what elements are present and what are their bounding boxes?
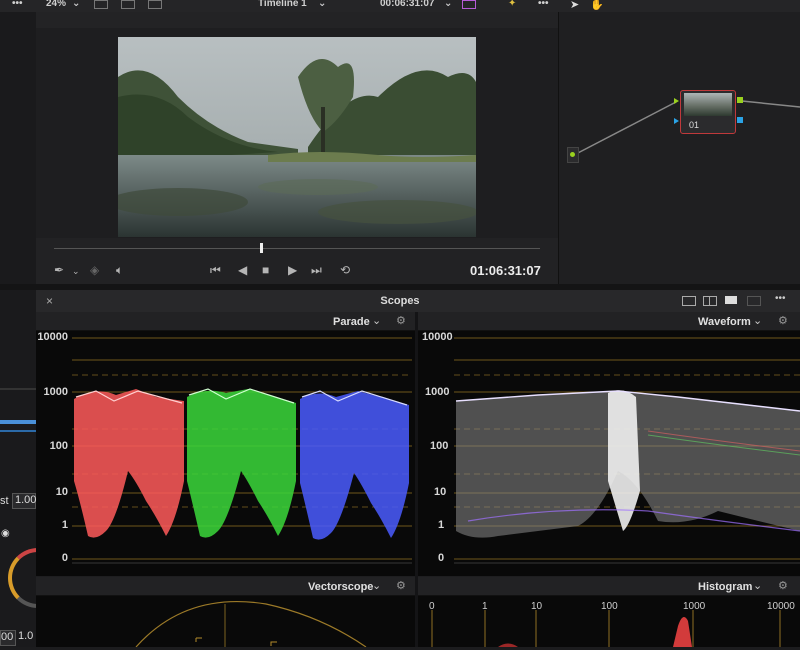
step-back-icon[interactable]: ◀ bbox=[238, 263, 247, 277]
node-output-key[interactable] bbox=[737, 117, 743, 123]
parade-title[interactable]: Parade bbox=[333, 316, 370, 328]
scrubber[interactable] bbox=[54, 248, 540, 249]
histogram-title[interactable]: Histogram bbox=[698, 581, 752, 593]
node-output-rgb[interactable] bbox=[737, 97, 743, 103]
parade-scale-label: 0 bbox=[61, 552, 68, 564]
menu-icon[interactable]: ••• bbox=[775, 293, 786, 304]
hand-icon[interactable]: ✋ bbox=[590, 0, 604, 11]
histogram-scale-label: 1 bbox=[482, 601, 488, 612]
viewer-toolbar: ••• 24% ⌄ Timeline 1 ⌄ 00:06:31:07 ⌄ ✦ •… bbox=[0, 0, 560, 12]
skip-forward-icon[interactable]: ⏭︎ bbox=[311, 263, 322, 278]
param-field[interactable]: 00 bbox=[0, 630, 16, 646]
chevron-down-icon[interactable]: ⌄ bbox=[372, 579, 381, 592]
timeline-name[interactable]: Timeline 1 bbox=[258, 0, 307, 9]
parade-scale-label: 1 bbox=[61, 519, 68, 531]
histogram-scale-label: 0 bbox=[429, 601, 435, 612]
layout-single-icon[interactable] bbox=[94, 0, 108, 9]
viewer-timecode: 01:06:31:07 bbox=[470, 263, 541, 278]
parade-scale-label: 10 bbox=[55, 486, 68, 498]
node-connections bbox=[573, 100, 800, 156]
histogram-scale-label: 10 bbox=[531, 601, 543, 612]
waveform-scale-label: 10 bbox=[434, 486, 447, 498]
chevron-down-icon[interactable]: ⌄ bbox=[372, 314, 381, 327]
parade-scale-label: 100 bbox=[49, 440, 68, 452]
eyedropper-icon[interactable]: ✒ bbox=[54, 263, 64, 277]
pointer-icon[interactable]: ➤ bbox=[570, 0, 579, 11]
layout-grid-icon[interactable] bbox=[747, 296, 761, 306]
layers-icon[interactable]: ◈ bbox=[90, 263, 99, 277]
layout-single-icon[interactable] bbox=[682, 296, 696, 306]
waveform-scope bbox=[418, 331, 800, 576]
chevron-down-icon[interactable]: ⌄ bbox=[318, 0, 326, 9]
toolbar-timecode: 00:06:31:07 bbox=[380, 0, 435, 9]
radio-icon[interactable]: ◉ bbox=[1, 528, 10, 539]
loop-icon[interactable]: ⟲ bbox=[340, 263, 350, 277]
chevron-down-icon[interactable]: ⌄ bbox=[72, 266, 80, 277]
node-thumbnail bbox=[684, 93, 732, 116]
layout-quad-icon[interactable] bbox=[148, 0, 162, 9]
waveform-scale-label: 100 bbox=[430, 440, 449, 452]
layout-dual-icon[interactable] bbox=[121, 0, 135, 9]
parade-scale-label: 10000 bbox=[37, 331, 68, 343]
speaker-icon[interactable]: 🔈︎ bbox=[116, 263, 123, 278]
parade-scope bbox=[36, 331, 415, 576]
playhead[interactable] bbox=[260, 243, 263, 253]
menu-icon[interactable]: ••• bbox=[538, 0, 549, 9]
video-frame bbox=[118, 37, 476, 237]
node-input-rgb[interactable] bbox=[674, 98, 679, 104]
waveform-scale-label: 1 bbox=[438, 519, 445, 531]
histogram-scale-label: 1000 bbox=[683, 601, 706, 612]
settings-icon[interactable]: ⚙ bbox=[778, 579, 788, 592]
panel-divider bbox=[0, 388, 36, 390]
histogram-scale-label: 10000 bbox=[767, 601, 795, 612]
settings-icon[interactable]: ⚙ bbox=[396, 579, 406, 592]
chevron-down-icon[interactable]: ⌄ bbox=[444, 0, 452, 9]
chevron-down-icon[interactable]: ⌄ bbox=[72, 0, 80, 9]
waveform-scale-label: 10000 bbox=[422, 331, 453, 343]
node-label: 01 bbox=[689, 120, 700, 130]
vectorscope bbox=[36, 596, 415, 648]
waveform-scale-label: 0 bbox=[438, 552, 445, 564]
settings-icon[interactable]: ⚙ bbox=[396, 314, 406, 327]
layout-quad-icon[interactable] bbox=[725, 296, 737, 304]
zoom-level[interactable]: 24% bbox=[46, 0, 66, 9]
skip-back-icon[interactable]: ⏮︎ bbox=[210, 263, 221, 278]
timeline-marker bbox=[0, 420, 36, 424]
stop-icon[interactable]: ■ bbox=[262, 263, 269, 277]
histogram-scale-label: 100 bbox=[601, 601, 618, 612]
param-field[interactable]: 1.00 bbox=[12, 493, 36, 509]
layout-dual-icon[interactable] bbox=[703, 296, 717, 306]
parade-scale-label: 1000 bbox=[43, 386, 68, 398]
node-toolbar: ➤ ✋ bbox=[560, 0, 800, 12]
magic-wand-icon[interactable]: ✦ bbox=[508, 0, 516, 9]
play-icon[interactable]: ▶ bbox=[288, 263, 297, 277]
vectorscope-title[interactable]: Vectorscope bbox=[308, 581, 373, 593]
chevron-down-icon[interactable]: ⌄ bbox=[753, 579, 762, 592]
timeline-marker bbox=[0, 430, 36, 432]
settings-icon[interactable]: ⚙ bbox=[778, 314, 788, 327]
node-input-key[interactable] bbox=[674, 118, 679, 124]
param-field[interactable]: 1.0 bbox=[18, 630, 33, 642]
waveform-title[interactable]: Waveform bbox=[698, 316, 751, 328]
node-input[interactable] bbox=[567, 147, 579, 163]
waveform-scale-label: 1000 bbox=[425, 386, 450, 398]
scopes-title: Scopes bbox=[380, 295, 420, 307]
param-label: st bbox=[0, 495, 9, 507]
layout-grid-icon[interactable] bbox=[462, 0, 476, 9]
menu-icon[interactable]: ••• bbox=[12, 0, 23, 9]
chevron-down-icon[interactable]: ⌄ bbox=[753, 314, 762, 327]
